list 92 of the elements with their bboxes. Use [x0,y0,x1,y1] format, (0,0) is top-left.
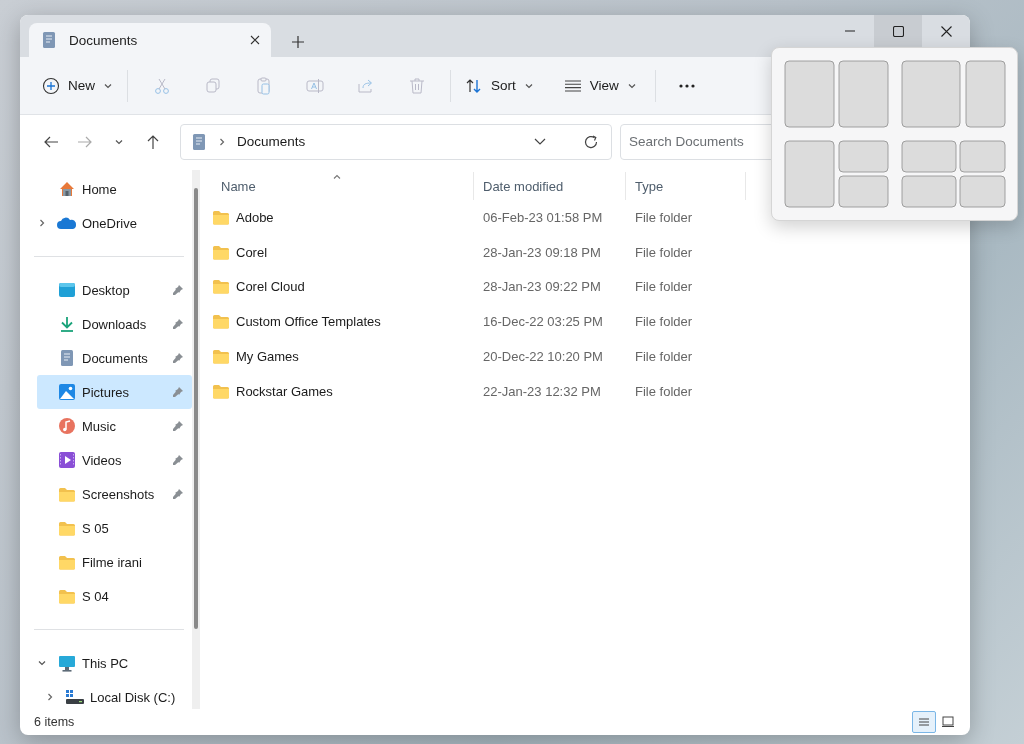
address-bar[interactable]: Documents [180,123,612,160]
plus-circle-icon [42,76,60,95]
sidebar-item[interactable]: OneDrive [37,206,192,240]
refresh-icon[interactable] [583,133,599,150]
drive-icon [65,689,85,705]
music-icon [58,417,76,435]
sidebar-item[interactable]: This PC [37,646,192,680]
folder-icon [58,588,76,604]
sidebar-item[interactable]: Downloads [37,307,192,341]
sidebar-item[interactable]: S 05 [37,511,192,545]
pin-icon [172,284,184,296]
file-type: File folder [635,279,693,295]
folder-icon [212,349,230,365]
item-count: 6 items [34,715,75,729]
new-tab-icon[interactable] [291,35,305,49]
video-icon [58,451,76,469]
folder-icon [212,279,230,295]
minimize-icon [845,30,855,32]
sidebar-item[interactable]: Filme irani [37,545,192,579]
pin-icon [172,386,184,398]
pin-icon [172,420,184,432]
date-modified: 22-Jan-23 12:32 PM [483,383,601,399]
sort-caret-icon[interactable] [332,172,343,182]
file-type: File folder [635,349,693,365]
close-icon [940,25,952,37]
column-header[interactable]: Type [626,172,746,200]
file-name[interactable]: Rockstar Games [236,383,333,399]
file-type: File folder [635,209,693,225]
expand-chevron-icon[interactable] [37,658,47,668]
sort-button[interactable]: Sort [459,67,540,104]
more-icon [677,82,696,89]
expand-chevron-icon[interactable] [37,218,47,228]
column-header[interactable]: Date modified [474,172,626,200]
dropdown-chevron-icon[interactable] [533,136,547,147]
folder-icon [58,486,76,502]
back-arrow-icon[interactable] [43,134,59,149]
close-icon[interactable] [249,34,261,46]
breadcrumb[interactable]: Documents [237,134,306,149]
sidebar-item[interactable]: Local Disk (C:) [45,680,192,714]
sidebar-item[interactable]: Videos [37,443,192,477]
new-button[interactable]: New [36,67,119,104]
folder-icon [212,383,230,399]
maximize-icon [892,25,904,37]
folder-icon [212,244,230,260]
file-type: File folder [635,244,693,260]
tab[interactable]: Documents [29,23,271,57]
maximize-button[interactable] [874,15,922,47]
file-name[interactable]: Custom Office Templates [236,314,381,330]
pin-icon [172,454,184,466]
file-name[interactable]: My Games [236,349,299,365]
pin-icon [172,488,184,500]
view-button[interactable]: View [557,67,643,104]
file-name[interactable]: Corel Cloud [236,279,305,295]
date-modified: 28-Jan-23 09:18 PM [483,244,601,260]
document-icon [41,31,57,49]
file-name[interactable]: Adobe [236,209,274,225]
monitor-icon [58,654,76,672]
picture-icon [58,383,76,401]
sidebar-item[interactable]: Screenshots [37,477,192,511]
home-icon [58,180,76,198]
scrollbar[interactable] [192,170,200,709]
date-modified: 28-Jan-23 09:22 PM [483,279,601,295]
file-name[interactable]: Corel [236,244,268,260]
list-view-icon [563,78,582,93]
desktop-icon [58,282,76,298]
up-arrow-icon[interactable] [146,133,160,150]
file-type: File folder [635,314,693,330]
pin-icon [172,352,184,364]
pin-icon [172,318,184,330]
cloud-icon [57,216,77,230]
document-icon [59,349,75,367]
sidebar-item[interactable]: Home [37,172,192,206]
folder-icon [212,314,230,330]
forward-arrow-icon[interactable] [77,134,93,149]
download-icon [58,315,76,333]
folder-icon [58,554,76,570]
date-modified: 16-Dec-22 03:25 PM [483,314,603,330]
sidebar-item[interactable]: Documents [37,341,192,375]
document-icon [191,132,207,151]
sidebar-item[interactable]: Pictures [37,375,192,409]
tiles-view-icon [940,714,956,730]
date-modified: 06-Feb-23 01:58 PM [483,209,603,225]
column-header[interactable]: Name [212,172,474,200]
sidebar-item[interactable]: S 04 [37,579,192,613]
sidebar-item[interactable]: Desktop [37,273,192,307]
sidebar-item[interactable]: Music [37,409,192,443]
expand-chevron-icon[interactable] [45,692,55,702]
date-modified: 20-Dec-22 10:20 PM [483,349,603,365]
folder-icon [212,209,230,225]
breadcrumb-chevron-icon[interactable] [217,136,227,147]
folder-icon [58,520,76,536]
file-type: File folder [635,383,693,399]
